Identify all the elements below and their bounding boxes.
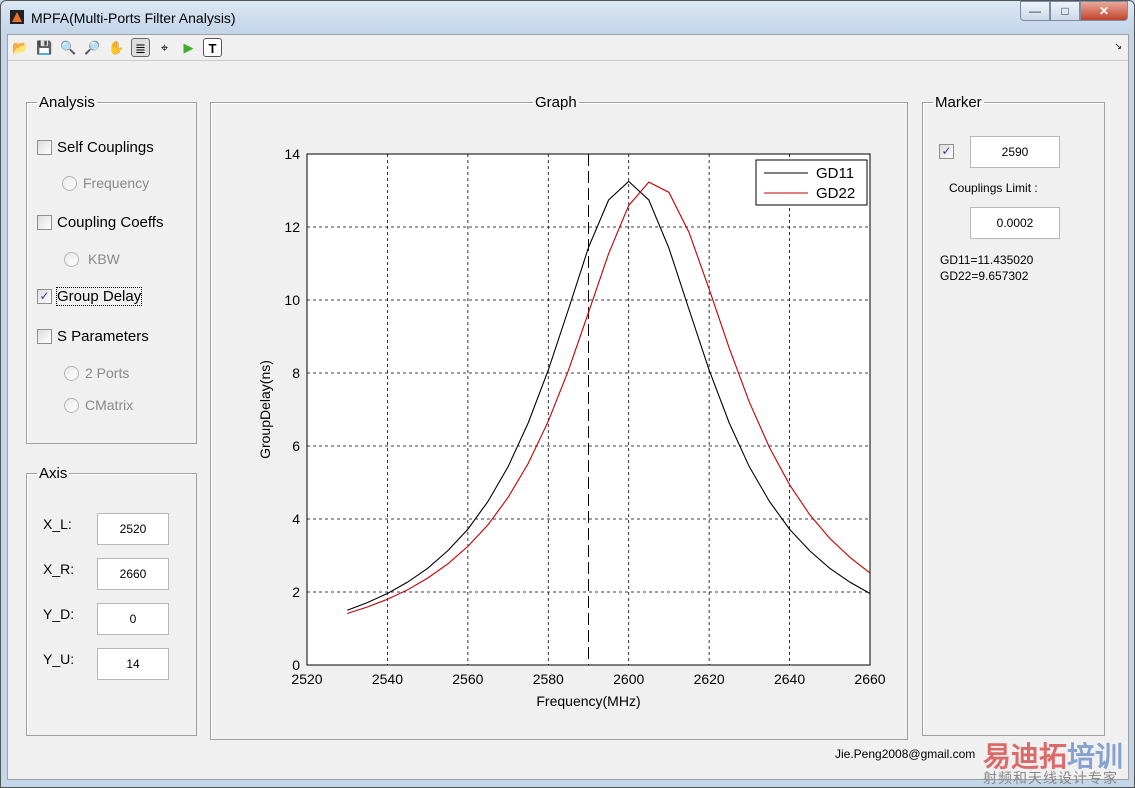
x-tick-label: 2600 bbox=[613, 671, 644, 687]
x-tick-label: 2660 bbox=[854, 671, 885, 687]
zoom-out-icon[interactable]: 🔎 bbox=[83, 38, 102, 57]
frequency-label: Frequency bbox=[83, 175, 150, 191]
close-button[interactable]: ✕ bbox=[1080, 1, 1128, 21]
y-tick-label: 0 bbox=[292, 657, 300, 673]
yu-label: Y_U: bbox=[43, 651, 75, 667]
xl-label: X_L: bbox=[43, 516, 72, 532]
marker-title: Marker bbox=[935, 94, 982, 111]
analysis-title: Analysis bbox=[39, 94, 95, 111]
y-tick-label: 2 bbox=[292, 584, 300, 600]
window-title: MPFA(Multi-Ports Filter Analysis) bbox=[31, 10, 236, 26]
legend-icon[interactable]: ≣ bbox=[131, 38, 150, 57]
x-axis-label: Frequency(MHz) bbox=[536, 693, 640, 709]
x-tick-label: 2580 bbox=[533, 671, 564, 687]
y-axis-label: GroupDelay(ns) bbox=[257, 360, 273, 459]
two-ports-radio[interactable]: 2 Ports bbox=[64, 365, 129, 381]
cmatrix-radio[interactable]: CMatrix bbox=[64, 397, 133, 413]
couplings-limit-label: Couplings Limit : bbox=[949, 181, 1038, 195]
group-delay-chart[interactable]: 2520 2540 2560 2580 2600 2620 2640 2660 0 2 4 6 8 10 1… bbox=[210, 102, 908, 738]
app-window: MPFA(Multi-Ports Filter Analysis) — □ ✕ … bbox=[0, 0, 1135, 788]
x-tick-label: 2540 bbox=[372, 671, 403, 687]
toolbar: 📂 💾 🔍 🔎 ✋ ≣ ⌖ ▶ T ↘ bbox=[8, 35, 1128, 61]
y-tick-label: 12 bbox=[284, 219, 300, 235]
kbw-radio[interactable]: KBW bbox=[64, 251, 120, 267]
gd11-readout: GD11=11.435020 bbox=[940, 253, 1034, 267]
xr-input[interactable]: 2660 bbox=[97, 558, 169, 590]
client-area: 📂 💾 🔍 🔎 ✋ ≣ ⌖ ▶ T ↘ Analysis Self Coupli… bbox=[7, 34, 1129, 786]
self-couplings-checkbox[interactable]: Self Couplings bbox=[37, 139, 154, 156]
run-icon[interactable]: ▶ bbox=[179, 38, 198, 57]
yu-input[interactable]: 14 bbox=[97, 648, 169, 680]
yd-input[interactable]: 0 bbox=[97, 603, 169, 635]
legend-label-gd22: GD22 bbox=[816, 185, 855, 202]
s-parameters-label: S Parameters bbox=[57, 328, 149, 345]
y-tick-label: 6 bbox=[292, 438, 300, 454]
axis-title: Axis bbox=[39, 465, 68, 482]
legend-label-gd11: GD11 bbox=[816, 165, 854, 182]
open-icon[interactable]: 📂 bbox=[11, 38, 30, 57]
text-icon[interactable]: T bbox=[203, 38, 222, 57]
y-tick-label: 4 bbox=[292, 511, 300, 527]
group-delay-label: Group Delay bbox=[55, 287, 143, 306]
maximize-button[interactable]: □ bbox=[1050, 1, 1080, 21]
zoom-in-icon[interactable]: 🔍 bbox=[59, 38, 78, 57]
y-tick-label: 14 bbox=[284, 146, 300, 162]
gd22-readout: GD22=9.657302 bbox=[940, 269, 1029, 283]
x-tick-label: 2620 bbox=[694, 671, 725, 687]
toolbar-arrow-icon[interactable]: ↘ bbox=[1114, 41, 1122, 52]
watermark-subtitle: 射频和天线设计专家 bbox=[983, 770, 1118, 786]
kbw-label: KBW bbox=[88, 251, 120, 267]
marker-input[interactable]: 2590 bbox=[970, 136, 1060, 168]
save-icon[interactable]: 💾 bbox=[35, 38, 54, 57]
x-tick-label: 2640 bbox=[774, 671, 805, 687]
xl-input[interactable]: 2520 bbox=[97, 513, 169, 545]
pan-icon[interactable]: ✋ bbox=[107, 38, 126, 57]
self-couplings-label: Self Couplings bbox=[57, 139, 154, 156]
marker-checkbox[interactable]: ✓ bbox=[939, 144, 954, 159]
frequency-radio[interactable]: Frequency bbox=[62, 175, 149, 191]
two-ports-label: 2 Ports bbox=[85, 365, 130, 381]
yd-label: Y_D: bbox=[43, 606, 75, 622]
axis-panel: Axis bbox=[26, 465, 197, 736]
y-tick-label: 10 bbox=[284, 292, 300, 308]
cmatrix-label: CMatrix bbox=[85, 397, 134, 413]
x-tick-label: 2560 bbox=[452, 671, 483, 687]
matlab-icon bbox=[10, 10, 24, 24]
couplings-limit-input[interactable]: 0.0002 bbox=[970, 207, 1060, 239]
s-parameters-checkbox[interactable]: S Parameters bbox=[37, 328, 149, 345]
minimize-button[interactable]: — bbox=[1020, 1, 1050, 21]
author-email: Jie.Peng2008@gmail.com bbox=[835, 747, 976, 761]
coupling-coeffs-label: Coupling Coeffs bbox=[57, 214, 164, 231]
group-delay-checkbox[interactable]: ✓ Group Delay bbox=[37, 287, 143, 306]
y-tick-label: 8 bbox=[292, 365, 300, 381]
coupling-coeffs-checkbox[interactable]: Coupling Coeffs bbox=[37, 214, 163, 231]
x-tick-label: 2520 bbox=[291, 671, 322, 687]
data-cursor-icon[interactable]: ⌖ bbox=[155, 38, 174, 57]
xr-label: X_R: bbox=[43, 561, 75, 577]
